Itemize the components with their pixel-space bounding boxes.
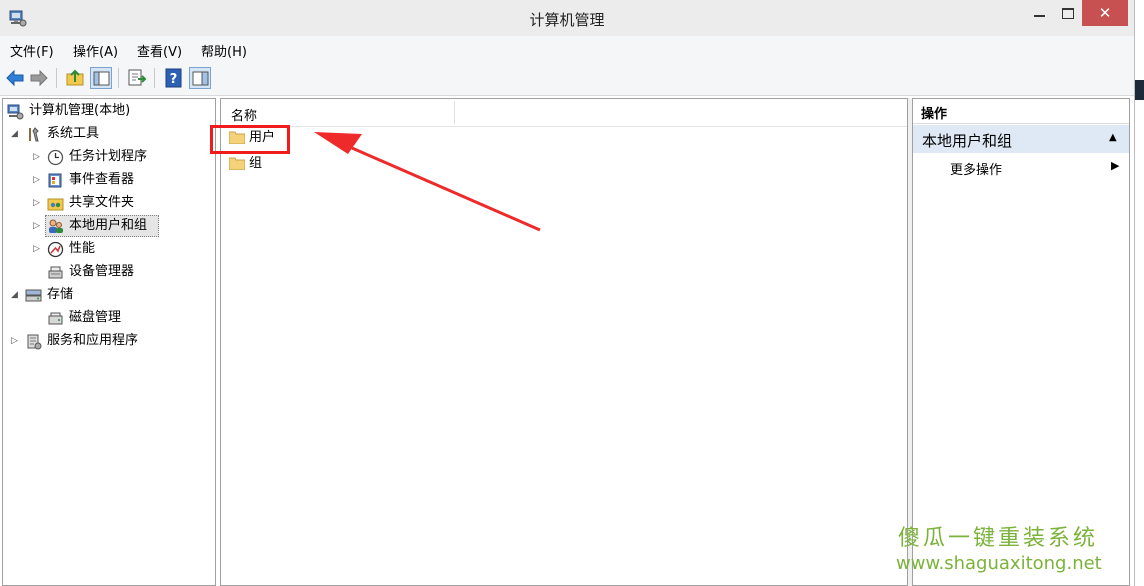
- close-button[interactable]: ✕: [1082, 0, 1128, 26]
- computer-management-icon: [7, 104, 24, 120]
- desktop-edge-dark: [1135, 80, 1144, 100]
- action-pane: 操作 本地用户和组 ▲ 更多操作 ▶: [912, 98, 1130, 586]
- tree-item-system-tools[interactable]: ◢ 系统工具: [11, 123, 211, 145]
- watermark-url: www.shaguaxitong.net: [896, 553, 1102, 574]
- expand-triangle-icon[interactable]: ▷: [33, 146, 43, 168]
- help-button[interactable]: ?: [163, 67, 185, 89]
- action-section-local-users[interactable]: 本地用户和组 ▲: [913, 125, 1129, 153]
- tree-label: 磁盘管理: [69, 310, 122, 325]
- list-item-label: 组: [249, 156, 263, 171]
- tree-label: 任务计划程序: [69, 149, 148, 164]
- tree-label: 系统工具: [47, 126, 100, 141]
- computer-management-window: 计算机管理 ✕ 文件(F) 操作(A) 查看(V) 帮助(H) ? 计算机管理(…: [0, 0, 1135, 586]
- back-button[interactable]: [4, 67, 26, 89]
- expand-triangle-icon[interactable]: ▷: [33, 238, 43, 260]
- show-hide-tree-button[interactable]: [90, 67, 112, 89]
- device-manager-icon: [48, 266, 63, 279]
- tree-label: 事件查看器: [69, 172, 135, 187]
- menu-help[interactable]: 帮助(H): [201, 41, 247, 60]
- toolbar-separator: [56, 68, 57, 88]
- forward-button[interactable]: [28, 67, 50, 89]
- menu-bar: 文件(F) 操作(A) 查看(V) 帮助(H): [0, 36, 1134, 62]
- more-actions-item[interactable]: 更多操作 ▶: [913, 157, 1129, 179]
- tree-item-shared-folders[interactable]: ▷ 共享文件夹: [33, 192, 213, 214]
- expand-triangle-icon[interactable]: ▷: [11, 330, 21, 352]
- show-tree-icon: [93, 71, 110, 86]
- toolbar-separator: [118, 68, 119, 88]
- menu-action[interactable]: 操作(A): [73, 41, 118, 60]
- more-actions-label: 更多操作: [950, 163, 1003, 178]
- tree-label: 服务和应用程序: [47, 333, 139, 348]
- back-arrow-icon: [6, 69, 24, 87]
- folder-icon: [229, 157, 245, 170]
- tree-item-performance[interactable]: ▷ 性能: [33, 238, 213, 260]
- expand-triangle-icon[interactable]: ▷: [33, 192, 43, 214]
- list-item-groups[interactable]: 组: [227, 153, 307, 175]
- export-list-icon: [128, 69, 147, 86]
- minimize-icon: [1034, 15, 1045, 17]
- annotation-arrow-icon: [314, 132, 541, 232]
- tree-item-storage[interactable]: ◢ 存储: [11, 284, 211, 306]
- tree-item-local-users-groups[interactable]: ▷ 本地用户和组: [33, 215, 213, 237]
- tree-item-task-scheduler[interactable]: ▷ 任务计划程序: [33, 146, 213, 168]
- tree-item-root[interactable]: 计算机管理(本地): [5, 100, 205, 122]
- forward-arrow-icon: [30, 69, 48, 87]
- services-icon: [27, 334, 42, 350]
- clock-icon: [47, 149, 64, 166]
- svg-text:?: ?: [170, 72, 178, 87]
- tree-item-services-applications[interactable]: ▷ 服务和应用程序: [11, 330, 211, 352]
- window-title: 计算机管理: [529, 11, 605, 29]
- help-icon: ?: [165, 68, 182, 88]
- menu-file[interactable]: 文件(F): [10, 41, 54, 60]
- system-tools-icon: [29, 127, 39, 142]
- submenu-arrow-icon: ▶: [1111, 159, 1120, 172]
- disk-management-icon: [48, 312, 63, 325]
- up-one-level-button[interactable]: [64, 67, 86, 89]
- action-pane-header: 操作: [913, 99, 1129, 124]
- close-icon: ✕: [1098, 4, 1112, 22]
- action-section-label: 本地用户和组: [922, 132, 1013, 150]
- console-tree: 计算机管理(本地) ◢ 系统工具 ▷ 任务计划程序 ▷ 事件查看器 ▷ 共享文件…: [2, 98, 216, 586]
- tree-label: 性能: [69, 241, 96, 256]
- tree-label: 存储: [47, 287, 74, 302]
- maximize-icon: [1062, 8, 1074, 19]
- show-hide-action-pane-button[interactable]: [189, 67, 211, 89]
- expand-triangle-icon[interactable]: ▷: [33, 169, 43, 191]
- up-folder-icon: [66, 69, 84, 86]
- export-list-button[interactable]: [126, 67, 148, 89]
- title-bar[interactable]: 计算机管理 ✕: [0, 0, 1134, 36]
- tree-label: 计算机管理(本地): [29, 103, 131, 118]
- collapse-triangle-icon[interactable]: ◢: [11, 284, 21, 306]
- toolbar-separator: [154, 68, 155, 88]
- tree-item-disk-management[interactable]: 磁盘管理: [33, 307, 213, 329]
- watermark-chinese: 傻瓜一键重装系统: [898, 526, 1099, 551]
- event-viewer-icon: [48, 173, 62, 188]
- tree-label: 共享文件夹: [69, 195, 135, 210]
- annotation-highlight-box: [210, 125, 290, 154]
- toolbar: ?: [0, 62, 1134, 96]
- menu-view[interactable]: 查看(V): [137, 41, 182, 60]
- collapse-triangle-icon[interactable]: ◢: [11, 123, 21, 145]
- minimize-button[interactable]: [1026, 0, 1054, 26]
- maximize-button[interactable]: [1054, 0, 1082, 26]
- tree-item-device-manager[interactable]: 设备管理器: [33, 261, 213, 283]
- show-action-pane-icon: [192, 71, 209, 86]
- users-group-icon: [49, 219, 63, 233]
- performance-icon: [47, 241, 64, 258]
- tree-item-event-viewer[interactable]: ▷ 事件查看器: [33, 169, 213, 191]
- action-pane-title: 操作: [921, 107, 948, 122]
- storage-icon: [25, 289, 42, 302]
- shared-folder-icon: [47, 198, 64, 211]
- collapse-caret-icon[interactable]: ▲: [1109, 132, 1117, 143]
- tree-label: 设备管理器: [69, 264, 135, 279]
- column-header-name[interactable]: 名称: [231, 105, 257, 124]
- tree-label: 本地用户和组: [69, 218, 148, 233]
- expand-triangle-icon[interactable]: ▷: [33, 215, 43, 237]
